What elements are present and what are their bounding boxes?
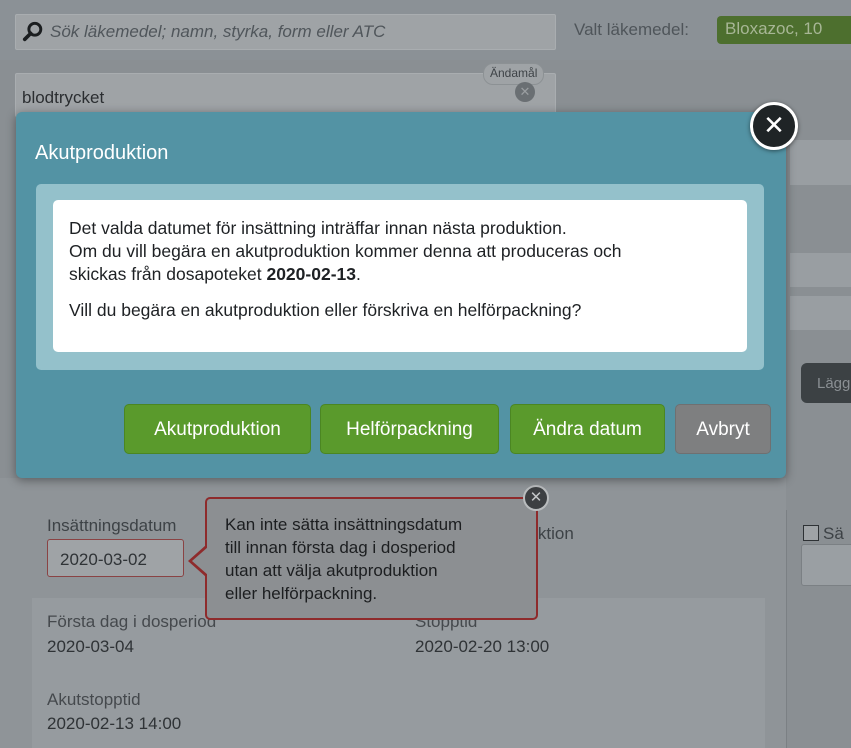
validation-tooltip: Kan inte sätta insättningsdatum till inn… bbox=[205, 497, 538, 620]
akutstopptid-value: 2020-02-13 14:00 bbox=[47, 714, 182, 733]
column-divider bbox=[786, 510, 787, 748]
akutstopptid-label: Akutstopptid bbox=[47, 690, 141, 709]
purpose-clear-icon[interactable]: ✕ bbox=[515, 82, 535, 102]
purpose-tag: Ändamål bbox=[483, 63, 545, 85]
message-line: Det valda datumet för insättning inträff… bbox=[69, 218, 567, 238]
add-button[interactable]: Lägg bbox=[801, 363, 851, 403]
sa-checkbox-label: Sä bbox=[823, 524, 844, 543]
search-placeholder: Sök läkemedel; namn, styrka, form eller … bbox=[50, 22, 386, 41]
stopptid-value: 2020-02-20 13:00 bbox=[415, 637, 550, 656]
sa-checkbox[interactable] bbox=[803, 525, 819, 541]
production-date: 2020-02-13 bbox=[266, 264, 356, 284]
background-row bbox=[790, 296, 851, 330]
search-icon bbox=[22, 21, 43, 42]
dialog-question: Vill du begära en akutproduktion eller f… bbox=[69, 300, 582, 320]
message-line: Om du vill begära en akutproduktion komm… bbox=[69, 241, 622, 261]
dialog-message-frame: Det valda datumet för insättning inträff… bbox=[36, 184, 764, 370]
insattningsdatum-label: Insättningsdatum bbox=[47, 516, 177, 535]
tooltip-line: utan att välja akutproduktion bbox=[225, 561, 438, 580]
message-line-prefix: skickas från dosapoteket bbox=[69, 264, 267, 284]
avbryt-button[interactable]: Avbryt bbox=[675, 404, 771, 454]
insattningsdatum-input[interactable]: 2020-03-02 bbox=[47, 539, 184, 577]
background-row bbox=[790, 253, 851, 287]
tooltip-line: till innan första dag i dosperiod bbox=[225, 538, 456, 557]
tooltip-line: Kan inte sätta insättningsdatum bbox=[225, 515, 463, 534]
tooltip-close-icon[interactable]: ✕ bbox=[523, 485, 549, 511]
purpose-field[interactable]: blodtrycket bbox=[15, 73, 556, 117]
dialog-message: Det valda datumet för insättning inträff… bbox=[53, 200, 747, 352]
purpose-value: blodtrycket bbox=[22, 88, 105, 107]
message-line-suffix: . bbox=[356, 264, 361, 284]
helforpackning-button[interactable]: Helförpackning bbox=[320, 404, 499, 454]
andra-datum-button[interactable]: Ändra datum bbox=[510, 404, 665, 454]
background-row bbox=[790, 140, 851, 185]
selected-medication-label: Valt läkemedel: bbox=[574, 20, 689, 39]
dialog-title: Akutproduktion bbox=[35, 142, 169, 164]
medication-search-input[interactable]: Sök läkemedel; namn, styrka, form eller … bbox=[15, 14, 556, 50]
forsta-dag-label: Första dag i dosperiod bbox=[47, 612, 217, 631]
sa-input[interactable] bbox=[801, 544, 851, 586]
tooltip-arrow-fill bbox=[192, 547, 208, 575]
akutproduktion-button[interactable]: Akutproduktion bbox=[124, 404, 311, 454]
tooltip-line: eller helförpackning. bbox=[225, 584, 378, 603]
close-icon[interactable]: ✕ bbox=[750, 102, 798, 150]
forsta-dag-value: 2020-03-04 bbox=[47, 637, 134, 656]
akutproduktion-dialog: Akutproduktion Det valda datumet för ins… bbox=[16, 112, 786, 478]
selected-medication-badge[interactable]: Bloxazoc, 10 bbox=[717, 16, 851, 44]
